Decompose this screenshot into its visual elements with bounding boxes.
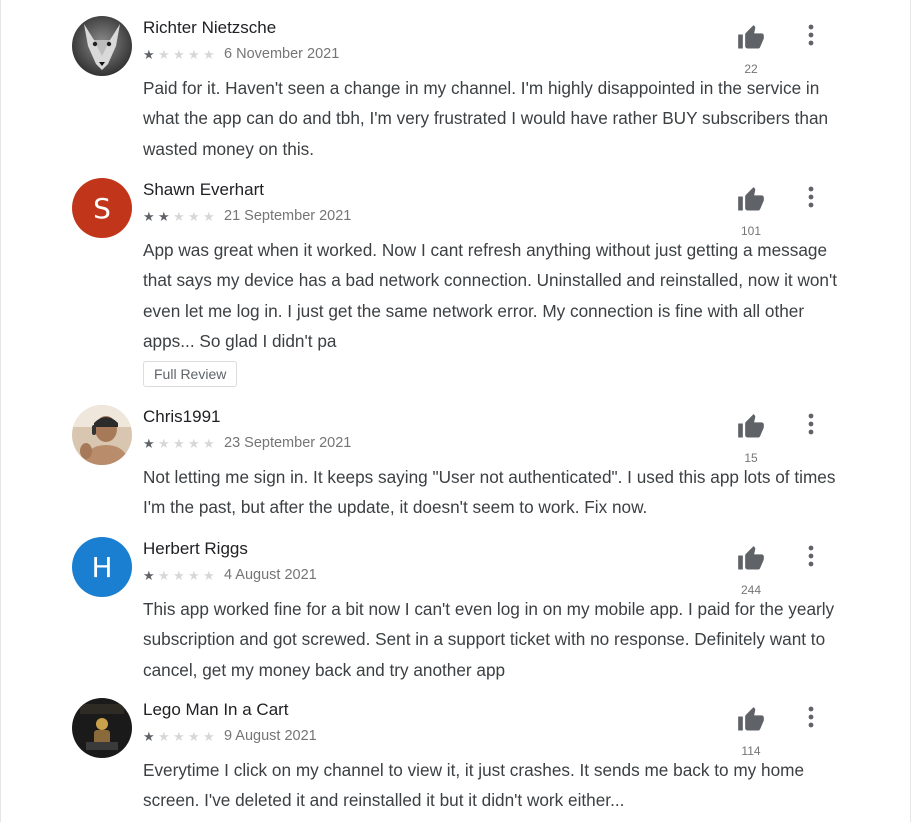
avatar[interactable]: S bbox=[72, 178, 132, 238]
more-options-button[interactable] bbox=[802, 543, 820, 569]
star-icon: ★ bbox=[143, 208, 155, 224]
like-button[interactable] bbox=[734, 411, 768, 443]
reviewer-name: Lego Man In a Cart bbox=[143, 700, 289, 719]
star-icon: ★ bbox=[158, 435, 170, 451]
more-vert-icon bbox=[808, 413, 814, 435]
like-button[interactable] bbox=[734, 704, 768, 736]
star-icon: ★ bbox=[203, 728, 215, 744]
more-options-button[interactable] bbox=[802, 184, 820, 210]
more-vert-icon bbox=[808, 186, 814, 208]
rating-row: ★ ★ ★ ★ ★ 4 August 2021 bbox=[143, 565, 317, 585]
star-rating: ★ ★ ★ ★ ★ bbox=[143, 437, 218, 450]
person-photo-avatar bbox=[72, 698, 132, 758]
rating-row: ★ ★ ★ ★ ★ 6 November 2021 bbox=[143, 44, 339, 64]
review-text: Not letting me sign in. It keeps saying … bbox=[143, 467, 836, 518]
review-date: 6 November 2021 bbox=[224, 46, 340, 62]
more-vert-icon bbox=[808, 545, 814, 567]
more-vert-icon bbox=[808, 706, 814, 728]
reviewer-name: Shawn Everhart bbox=[143, 180, 264, 199]
star-icon: ★ bbox=[173, 567, 185, 583]
review-date: 21 September 2021 bbox=[224, 208, 352, 224]
person-photo-avatar bbox=[72, 405, 132, 465]
star-icon: ★ bbox=[158, 208, 170, 224]
reviewer-name: Chris1991 bbox=[143, 407, 221, 426]
thumb-up-icon bbox=[738, 187, 764, 211]
more-options-button[interactable] bbox=[802, 411, 820, 437]
star-rating: ★ ★ ★ ★ ★ bbox=[143, 569, 218, 582]
reviewer-name: Richter Nietzsche bbox=[143, 18, 277, 37]
star-icon: ★ bbox=[173, 435, 185, 451]
rating-row: ★ ★ ★ ★ ★ 23 September 2021 bbox=[143, 433, 351, 453]
star-rating: ★ ★ ★ ★ ★ bbox=[143, 48, 218, 61]
rating-row: ★ ★ ★ ★ ★ 9 August 2021 bbox=[143, 726, 317, 746]
review-text: App was great when it worked. Now I cant… bbox=[143, 240, 838, 351]
more-options-button[interactable] bbox=[802, 22, 820, 48]
like-button[interactable] bbox=[734, 22, 768, 54]
star-icon: ★ bbox=[188, 46, 200, 62]
review-date: 4 August 2021 bbox=[224, 567, 317, 583]
review-date: 23 September 2021 bbox=[224, 435, 352, 451]
review-date: 9 August 2021 bbox=[224, 728, 317, 744]
avatar[interactable] bbox=[72, 405, 132, 465]
thumb-up-icon bbox=[738, 707, 764, 731]
full-review-button[interactable]: Full Review bbox=[143, 361, 238, 387]
star-rating: ★ ★ ★ ★ ★ bbox=[143, 210, 218, 223]
star-rating: ★ ★ ★ ★ ★ bbox=[143, 730, 218, 743]
wolf-avatar-image bbox=[72, 16, 132, 76]
star-icon: ★ bbox=[188, 728, 200, 744]
avatar[interactable] bbox=[72, 16, 132, 76]
rating-row: ★ ★ ★ ★ ★ 21 September 2021 bbox=[143, 206, 351, 226]
star-icon: ★ bbox=[188, 208, 200, 224]
avatar[interactable]: H bbox=[72, 537, 132, 597]
review-text: Paid for it. Haven't seen a change in my… bbox=[143, 78, 829, 159]
reviews-list: Richter Nietzsche ★ ★ ★ ★ ★ 6 November 2… bbox=[0, 0, 911, 822]
more-vert-icon bbox=[808, 24, 814, 46]
review-text: This app worked fine for a bit now I can… bbox=[143, 599, 835, 680]
like-button[interactable] bbox=[734, 184, 768, 216]
like-button[interactable] bbox=[734, 543, 768, 575]
star-icon: ★ bbox=[158, 567, 170, 583]
star-icon: ★ bbox=[203, 46, 215, 62]
star-icon: ★ bbox=[188, 435, 200, 451]
star-icon: ★ bbox=[203, 208, 215, 224]
star-icon: ★ bbox=[143, 728, 155, 744]
star-icon: ★ bbox=[173, 208, 185, 224]
star-icon: ★ bbox=[143, 46, 155, 62]
thumb-up-icon bbox=[738, 25, 764, 49]
thumb-up-icon bbox=[738, 546, 764, 570]
star-icon: ★ bbox=[143, 435, 155, 451]
thumb-up-icon bbox=[738, 414, 764, 438]
star-icon: ★ bbox=[188, 567, 200, 583]
star-icon: ★ bbox=[173, 728, 185, 744]
avatar[interactable] bbox=[72, 698, 132, 758]
more-options-button[interactable] bbox=[802, 704, 820, 730]
reviewer-name: Herbert Riggs bbox=[143, 539, 248, 558]
star-icon: ★ bbox=[203, 435, 215, 451]
star-icon: ★ bbox=[173, 46, 185, 62]
star-icon: ★ bbox=[143, 567, 155, 583]
star-icon: ★ bbox=[158, 46, 170, 62]
star-icon: ★ bbox=[203, 567, 215, 583]
review-text: Everytime I click on my channel to view … bbox=[143, 760, 805, 811]
star-icon: ★ bbox=[158, 728, 170, 744]
